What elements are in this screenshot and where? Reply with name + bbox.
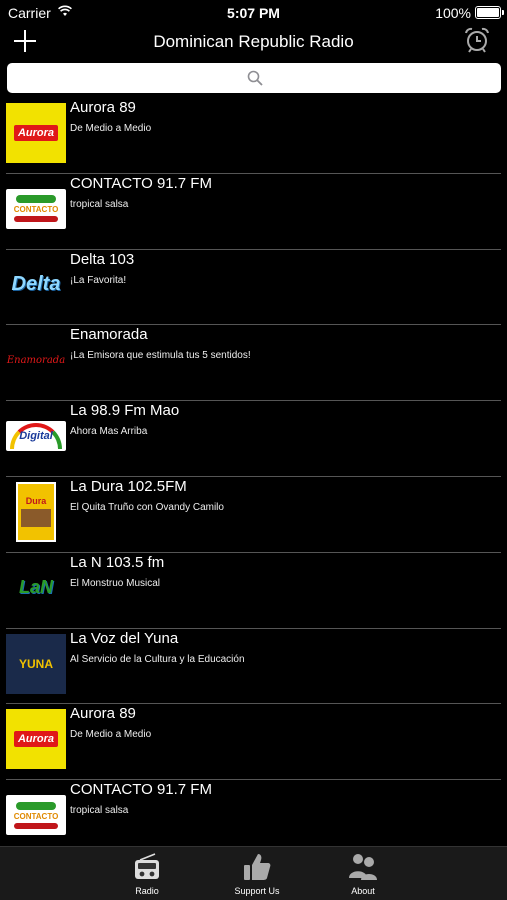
logo-text: CONTACTO <box>13 811 59 821</box>
station-row[interactable]: Delta Delta 103 ¡La Favorita! <box>0 250 507 326</box>
tab-support-us[interactable]: Support Us <box>222 847 292 900</box>
logo-text: LaN <box>18 577 53 598</box>
station-tagline: El Monstruo Musical <box>70 577 161 589</box>
station-logo: Aurora <box>6 103 66 163</box>
station-row[interactable]: CONTACTO CONTACTO 91.7 FM tropical salsa <box>0 174 507 250</box>
battery-percent: 100% <box>435 5 471 21</box>
station-tagline: tropical salsa <box>70 198 129 210</box>
station-tagline: El Quita Truño con Ovandy Camilo <box>70 501 224 513</box>
logo-text: Aurora <box>13 731 59 748</box>
station-logo: Enamorada <box>6 330 66 390</box>
station-row[interactable]: CONTACTO CONTACTO 91.7 FM tropical salsa <box>0 780 507 846</box>
station-row[interactable]: Digital La 98.9 Fm Mao Ahora Mas Arriba <box>0 401 507 477</box>
logo-text: Delta <box>11 273 61 296</box>
station-logo: Delta <box>6 255 66 315</box>
station-row[interactable]: Aurora Aurora 89 De Medio a Medio <box>0 98 507 174</box>
alarm-clock-button[interactable] <box>463 26 491 54</box>
station-name: Aurora 89 <box>70 99 136 116</box>
station-name: Enamorada <box>70 326 148 344</box>
tab-about-label: About <box>351 886 375 896</box>
station-row[interactable]: Dura La Dura 102.5FM El Quita Truño con Ov… <box>0 477 507 553</box>
station-row[interactable]: Aurora Aurora 89 De Medio a Medio <box>0 704 507 781</box>
search-icon <box>247 70 263 86</box>
station-name: Aurora 89 <box>70 705 136 723</box>
logo-text: CONTACTO <box>13 205 59 215</box>
nav-bar: Dominican Republic Radio <box>0 26 507 60</box>
page-title: Dominican Republic Radio <box>153 32 354 51</box>
station-row[interactable]: Enamorada Enamorada ¡La Emisora que estimu… <box>0 325 507 402</box>
station-logo: YUNA <box>6 633 66 694</box>
tab-radio-label: Radio <box>135 886 159 896</box>
station-logo: CONTACTO <box>6 179 66 239</box>
status-bar: Carrier 5:07 PM 100% <box>0 0 507 26</box>
station-name: La Voz del Yuna <box>70 629 179 647</box>
search-input[interactable] <box>7 63 501 93</box>
station-name: La Dura 102.5FM <box>70 477 187 495</box>
radio-icon <box>135 853 159 879</box>
status-time: 5:07 PM <box>227 5 280 21</box>
station-name: La 98.9 Fm Mao <box>70 402 180 420</box>
station-tagline: ¡La Favorita! <box>70 274 127 286</box>
people-icon <box>349 854 377 880</box>
station-tagline: Ahora Mas Arriba <box>70 426 148 438</box>
station-name: Delta 103 <box>70 250 135 268</box>
station-name: La N 103.5 fm <box>70 553 165 571</box>
station-logo: LaN <box>6 558 66 618</box>
tab-about[interactable]: About <box>328 847 398 900</box>
station-logo: Digital <box>6 406 66 466</box>
tab-bar: Radio Support Us About <box>0 846 507 900</box>
logo-text: Dura <box>25 496 47 507</box>
station-logo: Aurora <box>6 709 66 770</box>
station-name: CONTACTO 91.7 FM <box>70 781 212 799</box>
station-row[interactable]: LaN La N 103.5 fm El Monstruo Musical <box>0 553 507 629</box>
station-tagline: ¡La Emisora que estimula tus 5 sentidos! <box>70 350 251 362</box>
thumbs-up-icon <box>244 854 271 880</box>
logo-text: YUNA <box>18 656 53 671</box>
station-tagline: De Medio a Medio <box>70 123 152 134</box>
station-tagline: Al Servicio de la Cultura y la Educación <box>70 653 245 665</box>
station-logo: Dura <box>6 481 66 542</box>
station-list[interactable]: Aurora Aurora 89 De Medio a Medio CONTACTO C… <box>0 98 507 846</box>
station-tagline: tropical salsa <box>70 805 129 817</box>
tab-radio[interactable]: Radio <box>112 847 182 900</box>
logo-text: Digital <box>19 430 53 443</box>
station-name: CONTACTO 91.7 FM <box>70 174 212 192</box>
station-row[interactable]: YUNA La Voz del Yuna Al Servicio de la Cul… <box>0 629 507 705</box>
battery-icon <box>475 6 504 19</box>
tab-support-label: Support Us <box>234 886 280 896</box>
logo-text: Aurora <box>13 125 59 141</box>
station-logo: CONTACTO <box>6 785 66 845</box>
station-tagline: De Medio a Medio <box>70 729 152 741</box>
logo-text: Enamorada <box>6 354 66 366</box>
